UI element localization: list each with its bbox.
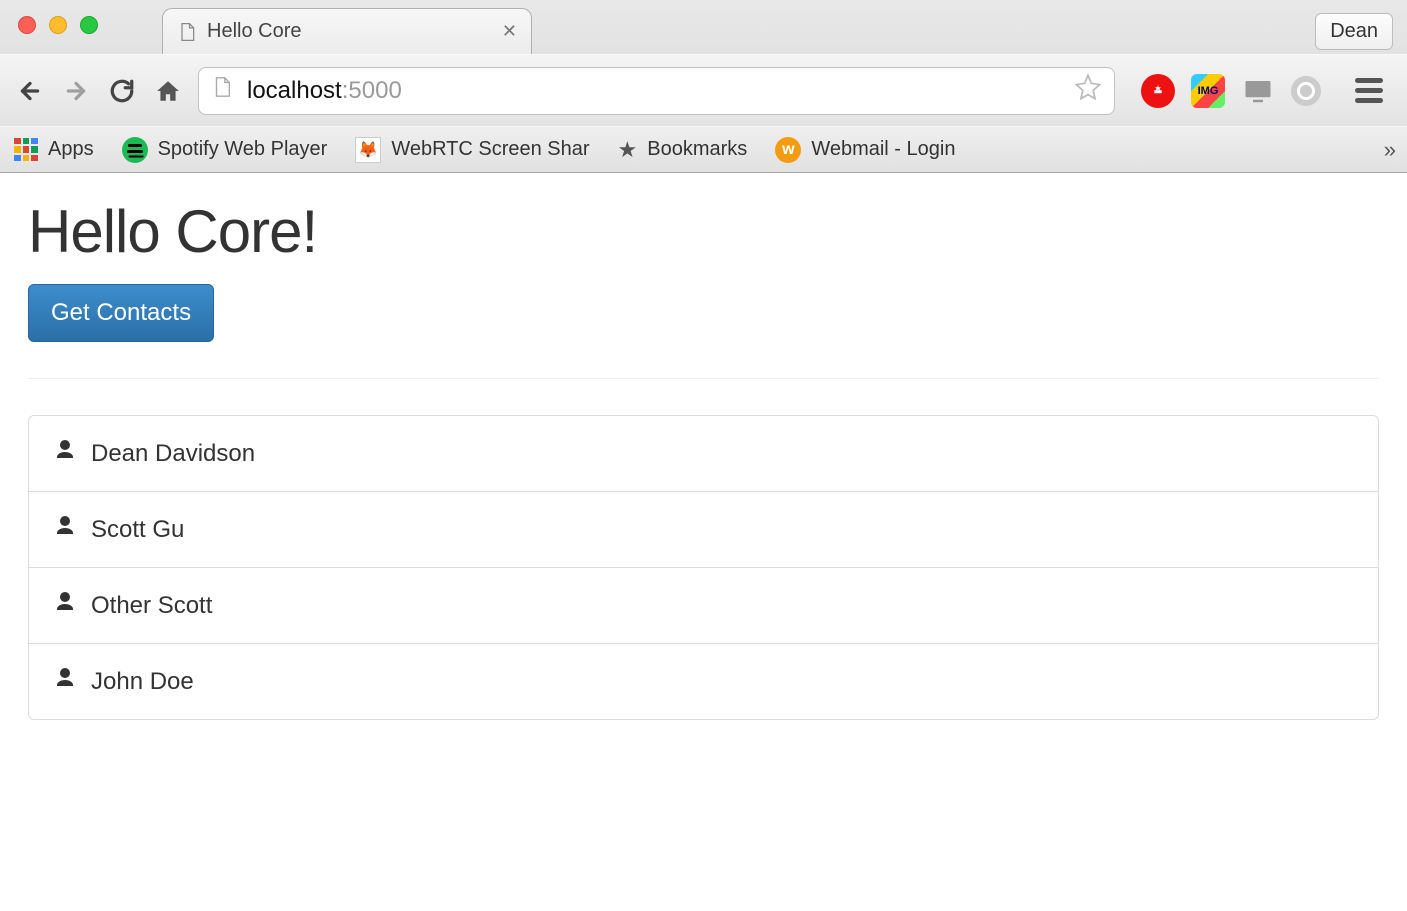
back-button[interactable] [14,75,46,107]
contact-list-item[interactable]: Scott Gu [29,492,1378,568]
contact-list-item[interactable]: Other Scott [29,568,1378,644]
tab-strip: Hello Core ✕ Dean [0,0,1407,54]
new-tab-button[interactable] [530,14,590,54]
file-icon [177,20,197,44]
toolbar: localhost:5000 IMG [0,54,1407,126]
user-icon [53,514,77,545]
user-icon [53,666,77,697]
user-icon [53,590,77,621]
bookmark-star-icon[interactable] [1074,73,1102,108]
bookmarks-overflow-icon[interactable]: » [1384,137,1393,163]
url-port: :5000 [342,77,402,105]
url-host: localhost [247,77,342,105]
bookmark-label: Bookmarks [647,138,747,161]
window-controls [18,16,98,34]
menu-button[interactable] [1355,78,1383,103]
adblock-icon[interactable] [1141,74,1175,108]
profile-button[interactable]: Dean [1315,13,1393,50]
browser-chrome: Hello Core ✕ Dean localhost:5000 [0,0,1407,173]
webrtc-bookmark[interactable]: 🦊 WebRTC Screen Shar [355,137,589,163]
circle-extension-icon[interactable] [1291,76,1321,106]
close-window-button[interactable] [18,16,36,34]
reload-button[interactable] [106,75,138,107]
address-bar[interactable]: localhost:5000 [198,67,1115,115]
spotify-icon [122,137,148,163]
contact-name: Dean Davidson [91,440,255,468]
fox-icon: 🦊 [355,137,381,163]
bookmark-label: Spotify Web Player [158,138,328,161]
divider [28,378,1379,379]
get-contacts-button[interactable]: Get Contacts [28,284,214,342]
home-button[interactable] [152,75,184,107]
browser-tab[interactable]: Hello Core ✕ [162,8,532,54]
contact-list-item[interactable]: Dean Davidson [29,416,1378,492]
page-heading: Hello Core! [28,197,1379,266]
maximize-window-button[interactable] [80,16,98,34]
user-icon [53,438,77,469]
forward-button[interactable] [60,75,92,107]
bookmarks-folder[interactable]: ★ Bookmarks [618,137,748,163]
minimize-window-button[interactable] [49,16,67,34]
tab-title: Hello Core [207,20,301,43]
bookmark-label: WebRTC Screen Shar [391,138,589,161]
star-icon: ★ [618,137,638,163]
contact-name: John Doe [91,668,194,696]
contact-name: Other Scott [91,592,212,620]
page-icon [211,74,233,107]
apps-grid-icon [14,138,38,162]
extension-icons: IMG [1141,74,1321,108]
bookmark-label: Webmail - Login [811,138,955,161]
spotify-bookmark[interactable]: Spotify Web Player [122,137,328,163]
monitor-extension-icon[interactable] [1241,74,1275,108]
webmail-icon: w [775,137,801,163]
img-extension-icon[interactable]: IMG [1191,74,1225,108]
page-content: Hello Core! Get Contacts Dean Davidson Sc… [0,173,1407,744]
webmail-bookmark[interactable]: w Webmail - Login [775,137,955,163]
close-tab-icon[interactable]: ✕ [502,21,517,42]
contact-list-item[interactable]: John Doe [29,644,1378,719]
bookmark-label: Apps [48,138,94,161]
contact-name: Scott Gu [91,516,184,544]
contact-list: Dean Davidson Scott Gu Other Scott John Doe [28,415,1379,720]
bookmarks-bar: Apps Spotify Web Player 🦊 WebRTC Screen … [0,126,1407,172]
apps-bookmark[interactable]: Apps [14,138,94,162]
